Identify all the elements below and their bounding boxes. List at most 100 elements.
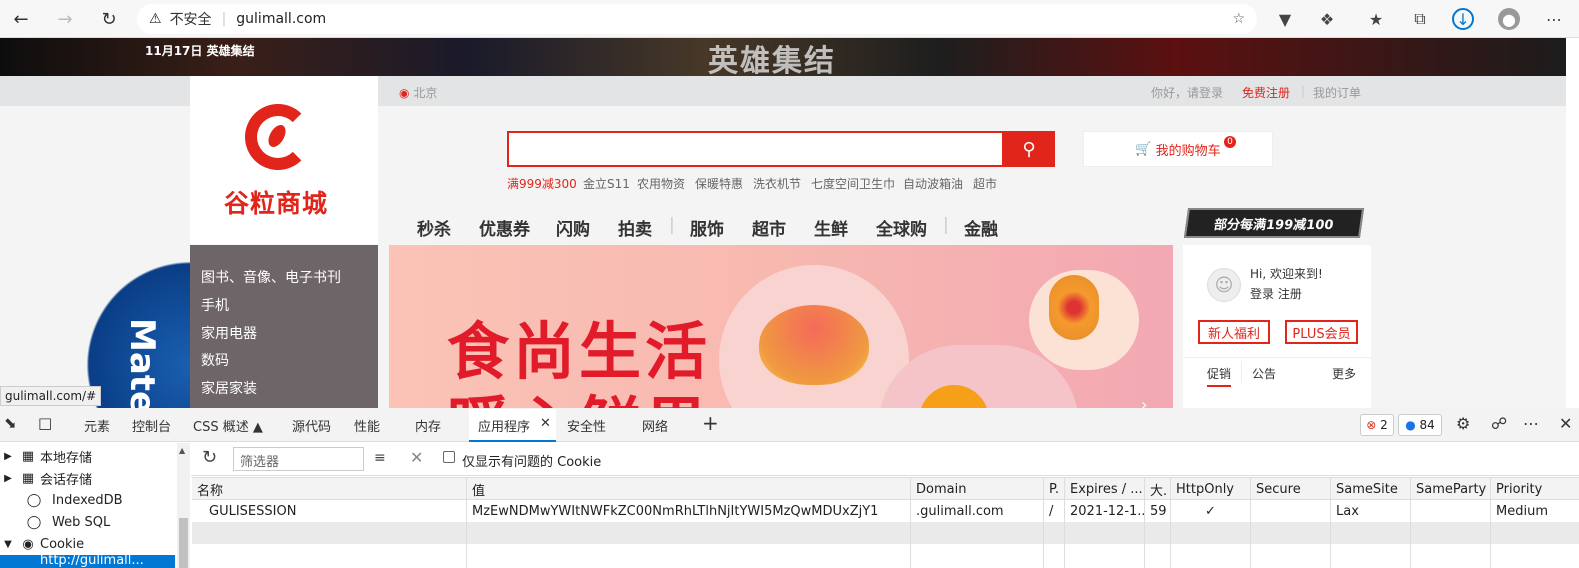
newuser-button[interactable]: 新人福利: [1198, 320, 1270, 344]
cell-size[interactable]: 59: [1145, 500, 1171, 522]
nav-item[interactable]: 优惠券: [479, 215, 530, 240]
category-item[interactable]: 手机: [201, 295, 229, 315]
download-icon[interactable]: ↓: [1452, 8, 1474, 30]
profile-avatar-icon[interactable]: ●: [1498, 8, 1520, 30]
tree-item-cookie-origin[interactable]: http://gulimall...: [0, 555, 175, 568]
col-sameparty[interactable]: SameParty: [1411, 478, 1491, 500]
nav-item[interactable]: 超市: [752, 215, 786, 240]
hot-word[interactable]: 七度空间卫生巾: [811, 175, 895, 192]
plus-member-button[interactable]: PLUS会员: [1285, 320, 1358, 344]
only-issues-checkbox[interactable]: [443, 451, 455, 463]
nav-item[interactable]: 服饰: [690, 215, 724, 240]
hot-word[interactable]: 金立S11: [583, 175, 630, 192]
cell-value[interactable]: MzEwNDMwYWItNWFkZC00NmRhLTlhNjItYWI5MzQw…: [467, 500, 911, 522]
tab-notices[interactable]: 公告: [1252, 365, 1276, 382]
category-item[interactable]: 家用电器: [201, 323, 257, 343]
forward-icon[interactable]: →: [52, 6, 78, 32]
scrollbar-thumb[interactable]: [179, 518, 188, 568]
tree-item-websql[interactable]: ◯ Web SQL: [0, 511, 175, 533]
cell-sameparty[interactable]: [1411, 500, 1491, 522]
cell-expires[interactable]: 2021-12-1...: [1065, 500, 1145, 522]
category-item[interactable]: 数码: [201, 350, 229, 370]
hero-carousel[interactable]: 食尚生活 暖心鲜果 ›: [389, 245, 1173, 408]
search-input[interactable]: [507, 131, 1004, 167]
nav-item[interactable]: 生鲜: [814, 215, 848, 240]
inspect-icon[interactable]: ⬊: [4, 414, 17, 432]
settings-icon[interactable]: ⚙: [1456, 414, 1470, 433]
col-secure[interactable]: Secure: [1251, 478, 1331, 500]
col-name[interactable]: 名称: [192, 478, 467, 500]
nav-item[interactable]: 秒杀: [417, 215, 451, 240]
nav-item[interactable]: 闪购: [556, 215, 590, 240]
tree-item-session-storage[interactable]: ▶ ▦ 会话存储: [0, 467, 175, 489]
cell-name[interactable]: GULISESSION: [192, 500, 467, 522]
tab-elements[interactable]: 元素: [84, 416, 110, 435]
tab-console[interactable]: 控制台: [132, 416, 171, 435]
col-size[interactable]: 大.: [1145, 478, 1171, 500]
more-tabs-icon[interactable]: +: [702, 411, 719, 435]
search-button[interactable]: ⚲: [1003, 131, 1055, 167]
message-count-badge[interactable]: ● 84: [1398, 414, 1442, 436]
hot-word[interactable]: 自动波箱油: [903, 175, 963, 192]
hot-word[interactable]: 洗衣机节: [753, 175, 801, 192]
tab-css-overview[interactable]: CSS 概述 ▲: [193, 416, 263, 435]
back-icon[interactable]: ←: [8, 6, 34, 32]
nav-item[interactable]: 金融: [964, 215, 998, 240]
hot-word[interactable]: 超市: [973, 175, 997, 192]
tab-application[interactable]: 应用程序: [478, 416, 530, 435]
error-count-badge[interactable]: ⊗ 2: [1360, 414, 1394, 436]
tab-promotions[interactable]: 促销: [1207, 365, 1232, 387]
extension-v-icon[interactable]: ▼: [1274, 8, 1296, 30]
col-priority[interactable]: Priority: [1491, 478, 1579, 500]
scroll-up-icon[interactable]: ▲: [179, 446, 185, 455]
tab-sources[interactable]: 源代码: [292, 416, 331, 435]
favorite-add-icon[interactable]: ☆: [1232, 11, 1245, 27]
login-register-link[interactable]: 登录 注册: [1250, 285, 1302, 302]
col-domain[interactable]: Domain: [911, 478, 1044, 500]
delete-selected-icon[interactable]: ✕: [410, 448, 423, 467]
address-bar[interactable]: ⚠ 不安全 | gulimall.com ☆: [137, 4, 1257, 34]
more-options-icon[interactable]: ⋯: [1523, 414, 1539, 433]
tree-item-indexeddb[interactable]: ◯ IndexedDB: [0, 489, 175, 511]
category-item[interactable]: 图书、音像、电子书刊: [201, 267, 341, 287]
tree-item-cookie[interactable]: ▼ ◉ Cookie: [0, 533, 175, 555]
hot-word[interactable]: 满999减300: [507, 175, 577, 192]
col-samesite[interactable]: SameSite: [1331, 478, 1411, 500]
favorites-icon[interactable]: ★: [1365, 8, 1387, 30]
tab-performance[interactable]: 性能: [354, 416, 380, 435]
device-toolbar-icon[interactable]: □: [38, 414, 52, 432]
top-banner[interactable]: 11月17日 英雄集结 英雄集结: [0, 38, 1566, 76]
clear-filtered-icon[interactable]: ≡: [374, 450, 386, 466]
hot-word[interactable]: 农用物资: [637, 175, 685, 192]
cell-domain[interactable]: .gulimall.com: [911, 500, 1044, 522]
hot-word[interactable]: 保暖特惠: [695, 175, 743, 192]
more-menu-icon[interactable]: ⋯: [1543, 8, 1565, 30]
promo-banner[interactable]: 部分每满199减100: [1183, 208, 1365, 238]
connect-icon[interactable]: ☍: [1491, 414, 1507, 433]
nav-item[interactable]: 拍卖: [618, 215, 652, 240]
cart-button[interactable]: 🛒 我的购物车: [1083, 131, 1273, 167]
more-link[interactable]: 更多: [1332, 365, 1356, 382]
login-link[interactable]: 你好，请登录: [1151, 84, 1223, 101]
close-devtools-icon[interactable]: ✕: [1559, 414, 1572, 433]
col-value[interactable]: 值: [467, 478, 911, 500]
cell-priority[interactable]: Medium: [1491, 500, 1579, 522]
col-expires[interactable]: Expires / ...: [1065, 478, 1145, 500]
cell-secure[interactable]: [1251, 500, 1331, 522]
extensions-icon[interactable]: ❖: [1316, 8, 1338, 30]
tab-network[interactable]: 网络: [642, 416, 668, 435]
reload-icon[interactable]: ↻: [96, 6, 122, 32]
refresh-icon[interactable]: ↻: [202, 447, 217, 468]
register-link[interactable]: 免费注册: [1242, 84, 1290, 101]
cell-path[interactable]: /: [1044, 500, 1065, 522]
tab-memory[interactable]: 内存: [415, 416, 441, 435]
filter-input[interactable]: 筛选器: [233, 447, 364, 471]
close-tab-icon[interactable]: ✕: [540, 416, 551, 431]
carousel-next-icon[interactable]: ›: [1141, 395, 1147, 408]
collections-icon[interactable]: ⧉: [1409, 8, 1431, 30]
cell-samesite[interactable]: Lax: [1331, 500, 1411, 522]
location-label[interactable]: 北京: [413, 86, 437, 100]
tab-security[interactable]: 安全性: [567, 416, 606, 435]
category-item[interactable]: 家居家装: [201, 378, 257, 398]
cell-httponly[interactable]: ✓: [1171, 500, 1251, 522]
